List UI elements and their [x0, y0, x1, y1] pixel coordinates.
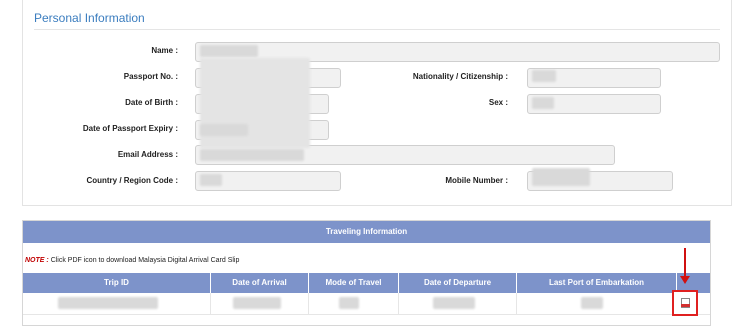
- pdf-download-button[interactable]: [672, 290, 698, 316]
- pdf-icon: [681, 298, 690, 308]
- col-date-of-arrival: Date of Arrival: [211, 273, 309, 293]
- travel-header: Traveling Information: [23, 221, 710, 243]
- redacted-mode: [339, 297, 359, 309]
- col-trip-id: Trip ID: [23, 273, 211, 293]
- redacted-trip-id: [58, 297, 158, 309]
- col-date-of-departure: Date of Departure: [399, 273, 517, 293]
- passport-no-label: Passport No. :: [123, 72, 178, 81]
- col-mode-of-travel: Mode of Travel: [309, 273, 399, 293]
- redacted-email: [200, 149, 304, 161]
- passport-expiry-label: Date of Passport Expiry :: [82, 124, 178, 133]
- redacted-expiry: [200, 124, 248, 136]
- divider: [34, 29, 720, 30]
- mobile-label: Mobile Number :: [445, 176, 508, 185]
- traveling-information-panel: Traveling Information NOTE : Click PDF i…: [22, 220, 711, 326]
- redacted-sex: [532, 97, 554, 109]
- note: NOTE : Click PDF icon to download Malays…: [25, 257, 239, 264]
- redacted-country-code: [200, 174, 222, 186]
- section-title: Personal Information: [34, 11, 145, 25]
- red-arrow: [684, 248, 686, 278]
- dob-label: Date of Birth :: [125, 98, 178, 107]
- redacted-mobile: [532, 168, 590, 186]
- redacted-departure: [433, 297, 475, 309]
- redacted-port: [581, 297, 603, 309]
- col-last-port: Last Port of Embarkation: [517, 273, 677, 293]
- redacted-name: [200, 45, 258, 57]
- country-code-label: Country / Region Code :: [86, 176, 178, 185]
- note-text: Click PDF icon to download Malaysia Digi…: [50, 257, 240, 264]
- redacted-nationality: [532, 70, 556, 82]
- sex-label: Sex :: [488, 98, 508, 107]
- note-label: NOTE :: [25, 257, 49, 264]
- redacted-arrival: [233, 297, 281, 309]
- email-label: Email Address :: [117, 150, 178, 159]
- nationality-label: Nationality / Citizenship :: [412, 72, 508, 81]
- red-arrow-head: [680, 276, 690, 284]
- name-label: Name :: [151, 46, 178, 55]
